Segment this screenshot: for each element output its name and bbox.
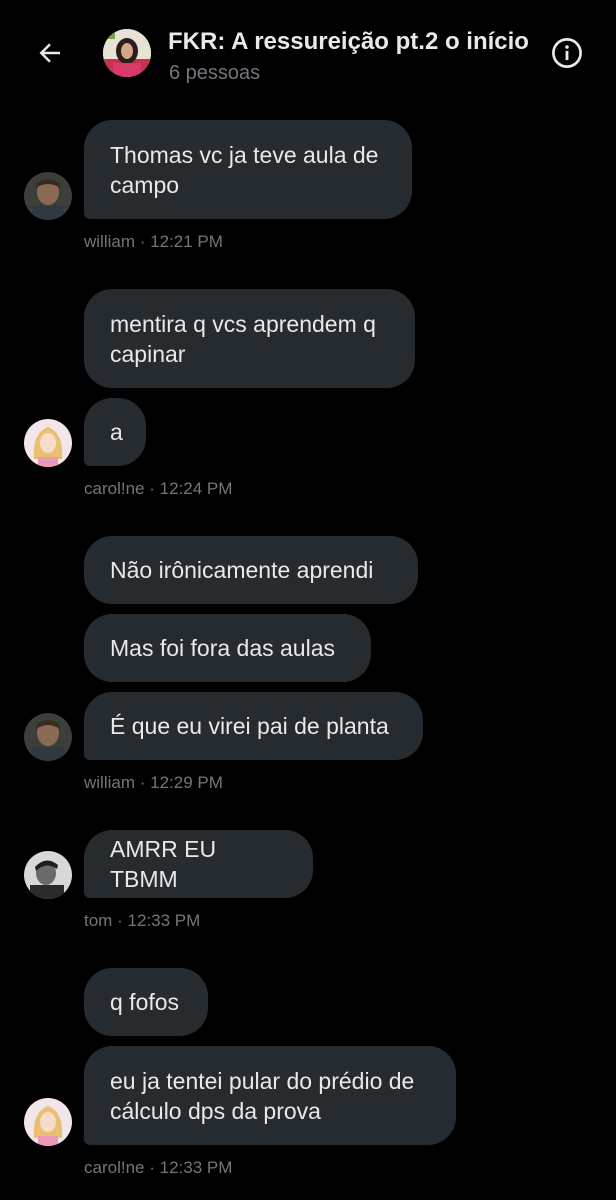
message-text: mentira q vcs aprendem q xyxy=(110,310,376,337)
avatar-tom[interactable] xyxy=(24,851,72,899)
message-author[interactable]: carol!ne xyxy=(84,1158,144,1177)
avatar-caroline[interactable] xyxy=(24,419,72,467)
message-time: 12:33 PM xyxy=(159,1158,233,1177)
message-text: campo xyxy=(110,171,180,198)
message-bubble[interactable]: mentira q vcs aprendem q capinar xyxy=(84,289,415,388)
avatar-william[interactable] xyxy=(24,172,72,220)
group-avatar[interactable] xyxy=(103,29,151,77)
message-time: 12:33 PM xyxy=(127,911,201,930)
message-text: q fofos xyxy=(110,989,180,1015)
message-author[interactable]: carol!ne xyxy=(84,479,144,498)
participant-count: 6 pessoas xyxy=(169,62,261,84)
meta-separator: · xyxy=(117,911,123,930)
message-meta: carol!ne · 12:24 PM xyxy=(84,478,232,500)
message-bubble[interactable]: Thomas vc ja teve aula de campo xyxy=(84,120,412,219)
avatar-caroline[interactable] xyxy=(24,1098,72,1146)
message-time: 12:24 PM xyxy=(159,479,233,498)
info-button[interactable] xyxy=(550,36,584,70)
message-author[interactable]: william xyxy=(84,232,135,251)
message-text: eu ja tentei pular do prédio de xyxy=(110,1067,415,1094)
meta-separator: · xyxy=(139,232,146,251)
meta-separator: · xyxy=(139,773,146,792)
message-text: Não irônicamente aprendi xyxy=(110,557,374,583)
message-text: cálculo dps da prova xyxy=(110,1097,321,1124)
conversation-header: FKR: A ressureição pt.2 o início 6 pesso… xyxy=(0,0,616,100)
message-time: 12:21 PM xyxy=(150,232,223,251)
message-meta: william · 12:21 PM xyxy=(84,231,223,253)
message-bubble[interactable]: a xyxy=(84,398,146,466)
message-bubble[interactable]: É que eu virei pai de planta xyxy=(84,692,423,760)
message-meta: tom · 12:33 PM xyxy=(84,910,200,932)
message-bubble[interactable]: AMRR EU TBMM xyxy=(84,830,313,898)
info-circle-icon xyxy=(552,38,582,68)
conversation-title[interactable]: FKR: A ressureição pt.2 o início xyxy=(168,27,552,57)
message-author[interactable]: tom xyxy=(84,911,112,930)
message-time: 12:29 PM xyxy=(150,773,223,792)
message-text: É que eu virei pai de planta xyxy=(110,713,389,739)
message-text: Mas foi fora das aulas xyxy=(110,635,336,661)
message-bubble[interactable]: Mas foi fora das aulas xyxy=(84,614,371,682)
message-text: Thomas vc ja teve aula de xyxy=(110,141,379,168)
meta-separator: · xyxy=(149,1158,155,1177)
back-button[interactable] xyxy=(30,33,70,73)
message-text: capinar xyxy=(110,340,186,367)
message-meta: carol!ne · 12:33 PM xyxy=(84,1157,232,1179)
message-bubble[interactable]: q fofos xyxy=(84,968,208,1036)
message-bubble[interactable]: eu ja tentei pular do prédio de cálculo … xyxy=(84,1046,456,1145)
message-text: a xyxy=(110,419,123,445)
arrow-left-icon xyxy=(39,43,60,63)
meta-separator: · xyxy=(149,479,155,498)
message-author[interactable]: william xyxy=(84,773,135,792)
message-bubble[interactable]: Não irônicamente aprendi xyxy=(84,536,418,604)
message-text: AMRR EU TBMM xyxy=(110,836,217,892)
message-meta: william · 12:29 PM xyxy=(84,772,223,794)
avatar-william[interactable] xyxy=(24,713,72,761)
